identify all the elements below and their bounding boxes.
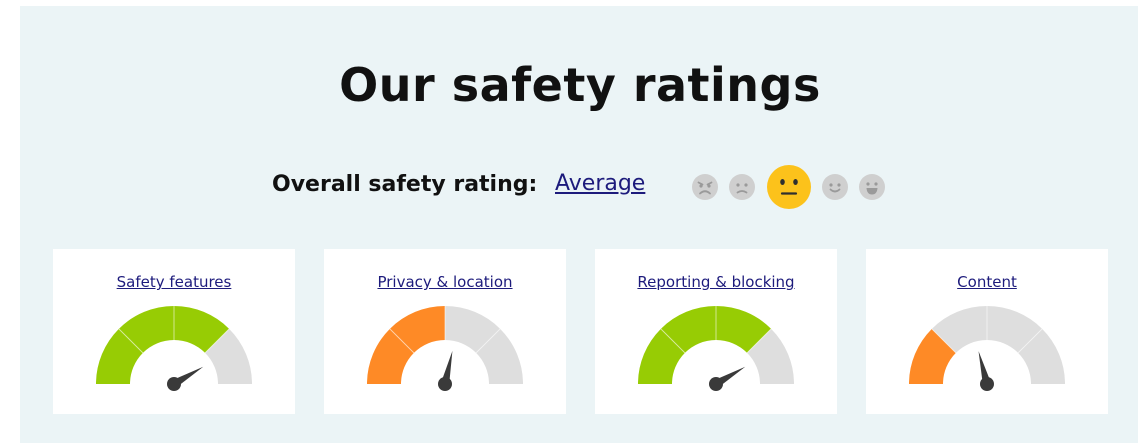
card-title-safety-features[interactable]: Safety features	[53, 273, 295, 291]
overall-rating-row: Overall safety rating: Average	[0, 163, 1138, 209]
poor-face-icon	[729, 174, 755, 200]
card-title-reporting-blocking[interactable]: Reporting & blocking	[595, 273, 837, 291]
card-reporting-blocking: Reporting & blocking	[595, 249, 837, 414]
overall-rating-link[interactable]: Average	[555, 171, 645, 196]
gauge-safety-features	[96, 306, 252, 391]
card-privacy-location: Privacy & location	[324, 249, 566, 414]
card-title-privacy-location[interactable]: Privacy & location	[324, 273, 566, 291]
card-safety-features: Safety features	[53, 249, 295, 414]
card-title-content[interactable]: Content	[866, 273, 1108, 291]
page-title: Our safety ratings	[339, 58, 821, 112]
very-poor-face-icon	[692, 174, 718, 200]
very-good-face-icon	[859, 174, 885, 200]
gauge-reporting-blocking	[638, 306, 794, 391]
gauge-hub	[167, 377, 181, 391]
overall-rating-label: Overall safety rating:	[272, 172, 538, 197]
gauge-hub	[980, 377, 994, 391]
gauge-hub	[438, 377, 452, 391]
average-face-icon	[767, 165, 811, 209]
card-content: Content	[866, 249, 1108, 414]
gauge-privacy-location	[367, 306, 523, 391]
gauge-hub	[709, 377, 723, 391]
gauge-content	[909, 306, 1065, 391]
good-face-icon	[822, 174, 848, 200]
